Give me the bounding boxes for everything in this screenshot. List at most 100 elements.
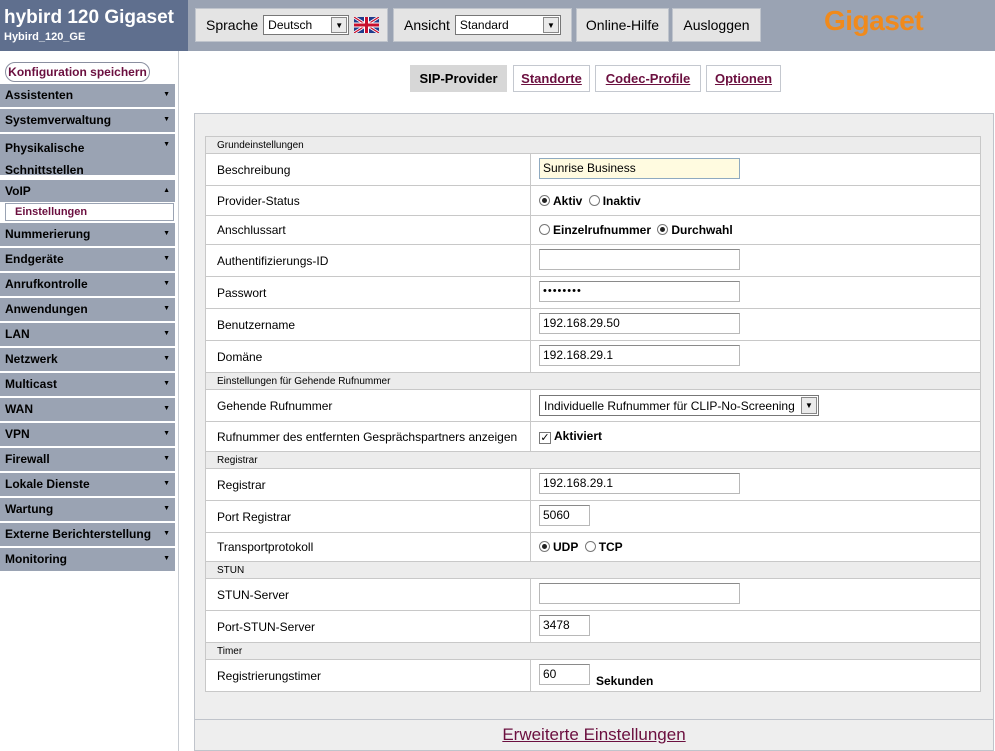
password-input[interactable]: •••••••• bbox=[539, 280, 740, 302]
radio-label: Durchwahl bbox=[671, 223, 733, 237]
sidebar-item-monitoring[interactable]: Monitoring ▼ bbox=[0, 548, 175, 571]
stun-port-input[interactable]: 3478 bbox=[539, 614, 590, 636]
username-input[interactable]: 192.168.29.50 bbox=[539, 312, 740, 334]
outgoing-number-select[interactable]: Individuelle Rufnummer für CLIP-No-Scree… bbox=[539, 395, 819, 416]
sidebar-item-lokale-dienste[interactable]: Lokale Dienste ▼ bbox=[0, 473, 175, 496]
chevron-down-icon: ▼ bbox=[163, 141, 170, 148]
field-label: Port-STUN-Server bbox=[205, 610, 531, 643]
registrar-port-input[interactable]: 5060 bbox=[539, 504, 590, 526]
sidebar-item-endgeraete[interactable]: Endgeräte ▼ bbox=[0, 248, 175, 271]
conn-ddi-radio[interactable] bbox=[657, 224, 669, 235]
conn-single-radio[interactable] bbox=[539, 224, 550, 235]
tab-sip-provider[interactable]: SIP-Provider bbox=[410, 65, 507, 92]
stun-server-input[interactable] bbox=[539, 582, 740, 604]
sidebar-item-label: Systemverwaltung bbox=[5, 113, 112, 127]
sidebar-subitem-einstellungen[interactable]: Einstellungen bbox=[5, 203, 174, 221]
sidebar-item-physikalische-schnittstellen[interactable]: Physikalische Schnittstellen ▼ bbox=[0, 134, 175, 177]
section-header: Grundeinstellungen bbox=[205, 136, 981, 154]
form-row: Transportprotokoll UDP TCP bbox=[205, 532, 981, 562]
field-label: Anschlussart bbox=[205, 215, 531, 245]
registration-timer-input[interactable]: 60 bbox=[539, 663, 590, 685]
form-row: Rufnummer des entfernten Gesprächspartne… bbox=[205, 421, 981, 452]
status-active-radio[interactable] bbox=[539, 194, 550, 206]
show-remote-checkbox[interactable]: ✓ bbox=[539, 432, 551, 444]
online-help-button[interactable]: Online-Hilfe bbox=[576, 8, 669, 42]
settings-panel: Grundeinstellungen Beschreibung Sunrise … bbox=[194, 113, 994, 751]
sidebar-item-label: WAN bbox=[5, 402, 33, 416]
sidebar-item-voip[interactable]: VoIP ▲ bbox=[0, 180, 175, 202]
chevron-down-icon: ▼ bbox=[163, 305, 170, 312]
registrar-input[interactable]: 192.168.29.1 bbox=[539, 472, 740, 494]
form-row: Authentifizierungs-ID bbox=[205, 244, 981, 277]
sidebar-item-multicast[interactable]: Multicast ▼ bbox=[0, 373, 175, 396]
sidebar-item-nummerierung[interactable]: Nummerierung ▼ bbox=[0, 223, 175, 246]
view-box: Ansicht Standard ▼ bbox=[393, 8, 572, 42]
status-inactive-radio[interactable] bbox=[588, 194, 600, 206]
section-title: STUN bbox=[205, 561, 981, 579]
radio-label: TCP bbox=[598, 540, 623, 554]
transport-udp-radio[interactable] bbox=[539, 541, 550, 552]
transport-tcp-radio[interactable] bbox=[584, 541, 596, 552]
sidebar-item-firewall[interactable]: Firewall ▼ bbox=[0, 448, 175, 471]
sidebar-item-lan[interactable]: LAN ▼ bbox=[0, 323, 175, 346]
sidebar-item-assistenten[interactable]: Assistenten ▼ bbox=[0, 84, 175, 107]
sidebar-item-label: Anrufkontrolle bbox=[5, 277, 88, 291]
sidebar-item-label: Physikalische Schnittstellen bbox=[5, 141, 85, 177]
sidebar-item-systemverwaltung[interactable]: Systemverwaltung ▼ bbox=[0, 109, 175, 132]
sidebar-item-vpn[interactable]: VPN ▼ bbox=[0, 423, 175, 446]
field-label: Benutzername bbox=[205, 308, 531, 341]
section-title: Timer bbox=[205, 642, 981, 660]
field-label: Registrierungstimer bbox=[205, 659, 531, 692]
section-header: Registrar bbox=[205, 451, 981, 469]
radio-label: Inaktiv bbox=[602, 193, 641, 208]
sidebar-item-label: Multicast bbox=[5, 377, 58, 391]
field-label: Passwort bbox=[205, 276, 531, 309]
tab-standorte[interactable]: Standorte bbox=[513, 65, 590, 92]
sidebar-item-netzwerk[interactable]: Netzwerk ▼ bbox=[0, 348, 175, 371]
language-select[interactable]: Deutsch ▼ bbox=[263, 15, 350, 35]
radio-label: Aktiv bbox=[553, 193, 583, 208]
form-row: Anschlussart Einzelrufnummer Durchwahl bbox=[205, 215, 981, 245]
chevron-down-icon: ▼ bbox=[163, 330, 170, 337]
field-label: Gehende Rufnummer bbox=[205, 389, 531, 422]
sidebar-item-label: Assistenten bbox=[5, 88, 74, 102]
view-label: Ansicht bbox=[404, 17, 450, 33]
brand-block: hybird 120 Gigaset Hybird_120_GE bbox=[0, 0, 188, 51]
sidebar-item-anrufkontrolle[interactable]: Anrufkontrolle ▼ bbox=[0, 273, 175, 296]
sidebar-item-label: Lokale Dienste bbox=[5, 477, 90, 491]
field-label: Authentifizierungs-ID bbox=[205, 244, 531, 277]
sidebar-item-anwendungen[interactable]: Anwendungen ▼ bbox=[0, 298, 175, 321]
uk-flag-icon[interactable] bbox=[353, 15, 380, 35]
chevron-down-icon: ▼ bbox=[163, 530, 170, 537]
chevron-down-icon: ▼ bbox=[163, 355, 170, 362]
advanced-settings-link[interactable]: Erweiterte Einstellungen bbox=[502, 725, 685, 745]
sidebar-item-wartung[interactable]: Wartung ▼ bbox=[0, 498, 175, 521]
form-row: Benutzername 192.168.29.50 bbox=[205, 308, 981, 341]
view-select[interactable]: Standard ▼ bbox=[454, 15, 561, 35]
save-configuration-button[interactable]: Konfiguration speichern bbox=[5, 62, 150, 82]
form-row: Gehende Rufnummer Individuelle Rufnummer… bbox=[205, 389, 981, 422]
chevron-down-icon: ▼ bbox=[163, 430, 170, 437]
auth-id-input[interactable] bbox=[539, 248, 740, 270]
section-title: Einstellungen für Gehende Rufnummer bbox=[205, 372, 981, 390]
language-label: Sprache bbox=[206, 17, 259, 33]
gigaset-logo: Gigaset bbox=[824, 5, 924, 36]
field-label: Port Registrar bbox=[205, 500, 531, 533]
sip-provider-form: Grundeinstellungen Beschreibung Sunrise … bbox=[205, 136, 981, 692]
sidebar-item-label: LAN bbox=[5, 327, 30, 341]
product-title: hybird 120 Gigaset bbox=[4, 7, 175, 28]
chevron-down-icon: ▼ bbox=[801, 397, 817, 414]
domain-input[interactable]: 192.168.29.1 bbox=[539, 344, 740, 366]
tab-codec-profile[interactable]: Codec-Profile bbox=[595, 65, 701, 92]
logout-button[interactable]: Ausloggen bbox=[672, 8, 761, 42]
main-content: SIP-Provider Standorte Codec-Profile Opt… bbox=[178, 51, 995, 751]
description-input[interactable]: Sunrise Business bbox=[539, 157, 740, 179]
sidebar-item-label: Endgeräte bbox=[5, 252, 64, 266]
tab-optionen[interactable]: Optionen bbox=[706, 65, 781, 92]
sidebar-item-wan[interactable]: WAN ▼ bbox=[0, 398, 175, 421]
chevron-down-icon: ▼ bbox=[163, 505, 170, 512]
sidebar-item-label: Anwendungen bbox=[5, 302, 88, 316]
sidebar-item-label: Nummerierung bbox=[5, 227, 91, 241]
chevron-down-icon: ▼ bbox=[163, 255, 170, 262]
sidebar-item-externe-berichterstellung[interactable]: Externe Berichterstellung ▼ bbox=[0, 523, 175, 546]
